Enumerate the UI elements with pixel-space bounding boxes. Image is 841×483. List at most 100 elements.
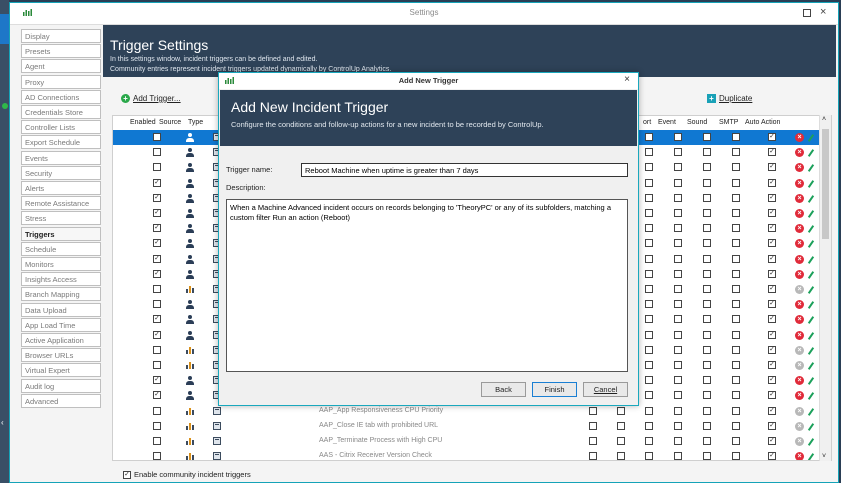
option-checkbox[interactable] [732,437,740,445]
option-checkbox[interactable] [732,178,740,187]
enabled-checkbox[interactable] [153,163,161,172]
delete-icon[interactable]: × [795,437,804,446]
sidebar-item-schedule[interactable]: Schedule [21,241,101,256]
edit-pencil-icon[interactable] [807,453,815,460]
option-checkbox[interactable] [617,437,625,445]
column-header-auto-action[interactable]: Auto Action [745,119,780,126]
sidebar-item-events[interactable]: Events [21,150,101,165]
option-checkbox[interactable] [674,452,682,460]
delete-icon[interactable]: × [795,361,804,370]
option-checkbox[interactable] [617,452,625,460]
option-checkbox[interactable] [645,285,653,293]
auto-action-checkbox[interactable]: ✓ [768,269,776,278]
edit-pencil-icon[interactable] [807,149,815,158]
auto-action-checkbox[interactable]: ✓ [768,437,776,445]
column-header-smtp[interactable]: SMTP [719,119,738,126]
delete-icon[interactable]: × [795,193,804,203]
delete-icon[interactable]: × [795,133,804,142]
auto-action-checkbox[interactable]: ✓ [768,285,776,293]
scroll-up-icon[interactable]: ˄ [822,116,826,123]
delete-icon[interactable]: × [795,254,804,264]
chevron-left-icon[interactable]: ‹ [1,418,4,427]
option-checkbox[interactable] [645,300,653,309]
auto-action-checkbox[interactable]: ✓ [768,178,776,187]
option-checkbox[interactable] [645,421,653,430]
edit-pencil-icon[interactable] [807,164,815,173]
option-checkbox[interactable] [674,330,682,339]
delete-icon[interactable]: × [795,406,804,416]
sidebar-item-ad-connections[interactable]: AD Connections [21,89,101,104]
sidebar-item-virtual-expert[interactable]: Virtual Expert [21,363,101,378]
option-checkbox[interactable] [674,239,682,248]
option-checkbox[interactable] [674,391,682,400]
enabled-checkbox[interactable] [153,285,161,293]
edit-pencil-icon[interactable] [807,286,815,294]
grid-scrollbar[interactable]: ˄ ˅ [819,115,831,461]
auto-action-checkbox[interactable]: ✓ [768,193,776,202]
option-checkbox[interactable] [674,178,682,187]
scrollbar-thumb[interactable] [822,129,829,239]
option-checkbox[interactable] [645,209,653,217]
sidebar-item-advanced[interactable]: Advanced [21,393,101,408]
delete-icon[interactable]: × [795,315,804,325]
add-trigger-button[interactable]: + Add Trigger... [121,94,181,103]
option-checkbox[interactable] [589,452,597,460]
edit-pencil-icon[interactable] [807,194,815,203]
enabled-checkbox[interactable]: ✓ [153,254,161,263]
delete-icon[interactable]: × [795,269,804,279]
option-checkbox[interactable] [674,315,682,324]
option-checkbox[interactable] [674,345,682,354]
edit-pencil-icon[interactable] [807,316,815,325]
sidebar-item-controller-lists[interactable]: Controller Lists [21,120,101,135]
option-checkbox[interactable] [645,315,653,324]
edit-pencil-icon[interactable] [807,362,815,370]
description-textarea[interactable]: When a Machine Advanced incident occurs … [226,199,628,372]
auto-action-checkbox[interactable]: ✓ [768,209,776,217]
option-checkbox[interactable] [703,133,711,141]
option-checkbox[interactable] [703,239,711,248]
auto-action-checkbox[interactable]: ✓ [768,421,776,430]
column-header-event[interactable]: Event [658,119,676,126]
option-checkbox[interactable] [674,376,682,385]
option-checkbox[interactable] [732,193,740,202]
edit-pencil-icon[interactable] [807,346,815,355]
option-checkbox[interactable] [703,148,711,157]
option-checkbox[interactable] [674,224,682,233]
option-checkbox[interactable] [732,269,740,278]
option-checkbox[interactable] [703,406,711,415]
sidebar-item-monitors[interactable]: Monitors [21,257,101,271]
sidebar-item-agent[interactable]: Agent [21,59,101,74]
option-checkbox[interactable] [703,254,711,263]
option-checkbox[interactable] [732,361,740,369]
sidebar-item-export-schedule[interactable]: Export Schedule [21,135,101,150]
delete-icon[interactable]: × [795,224,804,234]
sidebar-item-active-application[interactable]: Active Application [21,333,101,347]
option-checkbox[interactable] [645,133,653,141]
auto-action-checkbox[interactable]: ✓ [768,163,776,172]
option-checkbox[interactable] [645,452,653,460]
enabled-checkbox[interactable] [153,437,161,445]
option-checkbox[interactable] [732,315,740,324]
trigger-name-input[interactable] [301,163,628,177]
edit-pencil-icon[interactable] [807,407,815,416]
edit-pencil-icon[interactable] [807,377,815,386]
scroll-down-icon[interactable]: ˅ [822,453,826,460]
enabled-checkbox[interactable]: ✓ [153,239,161,248]
delete-icon[interactable]: × [795,421,804,431]
enabled-checkbox[interactable]: ✓ [153,178,161,187]
auto-action-checkbox[interactable]: ✓ [768,452,776,460]
table-row[interactable]: AAS - Citrix Receiver Version Check ✓ × [113,449,819,460]
auto-action-checkbox[interactable]: ✓ [768,133,776,141]
sidebar-item-insights-access[interactable]: Insights Access [21,272,101,287]
delete-icon[interactable]: × [795,345,804,355]
sidebar-item-triggers[interactable]: Triggers [21,226,101,241]
option-checkbox[interactable] [645,163,653,172]
close-icon[interactable]: × [820,6,826,18]
option-checkbox[interactable] [674,300,682,309]
option-checkbox[interactable] [703,376,711,385]
back-button[interactable]: Back [481,382,526,397]
edit-pencil-icon[interactable] [807,301,815,310]
enabled-checkbox[interactable] [153,452,161,460]
delete-icon[interactable]: × [795,330,804,340]
auto-action-checkbox[interactable]: ✓ [768,239,776,248]
